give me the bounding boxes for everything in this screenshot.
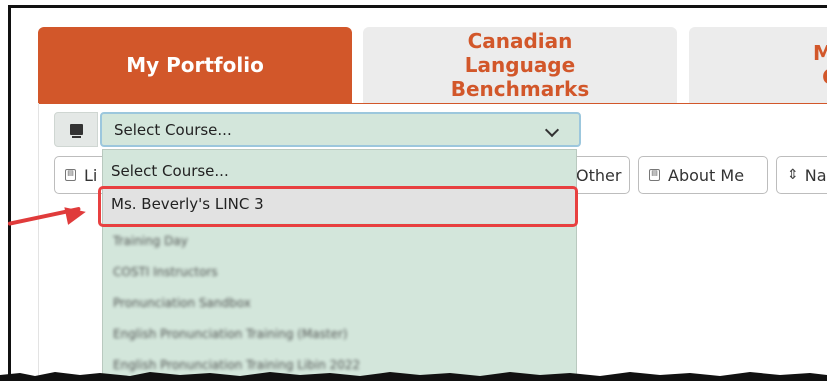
frame-border-top (8, 5, 827, 8)
dropdown-option[interactable]: COSTI Instructors (113, 265, 218, 279)
chevron-down-icon (544, 122, 560, 138)
course-dropdown-list: Select Course... Ms. Beverly's LINC 3 Tr… (102, 149, 577, 381)
tab-my-partial-label: My C (813, 41, 827, 89)
about-me-button[interactable]: ▤ About Me (638, 156, 768, 194)
na-button[interactable]: ⇕ Na (776, 156, 827, 194)
tab-canadian-language-benchmarks[interactable]: Canadian Language Benchmarks (363, 27, 677, 103)
pointer-arrow-head (64, 203, 88, 225)
course-select-dropdown[interactable]: Select Course... (100, 112, 581, 147)
monitor-icon (69, 124, 83, 138)
dropdown-option[interactable]: English Pronunciation Training (Master) (113, 327, 348, 341)
na-button-label: Na (804, 165, 827, 185)
dropdown-option[interactable]: Select Course... (111, 162, 229, 180)
course-select-value: Select Course... (114, 120, 232, 139)
dropdown-option[interactable]: Pronunciation Sandbox (113, 296, 251, 310)
li-button-label: Li (84, 165, 98, 185)
other-button-label: Other (576, 165, 622, 185)
tab-content-divider (38, 103, 827, 104)
document-icon: ▤ (649, 169, 660, 181)
tab-my-partial[interactable]: My C (689, 27, 827, 103)
about-me-button-label: About Me (668, 165, 745, 185)
tab-my-portfolio[interactable]: My Portfolio (38, 27, 352, 103)
tab-clb-label: Canadian Language Benchmarks (450, 29, 590, 101)
document-icon: ▤ (65, 169, 76, 181)
course-icon-box (54, 112, 98, 147)
content-panel-edge (38, 103, 39, 381)
tab-my-portfolio-label: My Portfolio (126, 53, 264, 77)
screenshot-frame: My Portfolio Canadian Language Benchmark… (0, 0, 827, 381)
highlight-box (98, 186, 578, 227)
dropdown-option[interactable]: Training Day (113, 234, 188, 248)
course-selector: Select Course... (54, 112, 581, 147)
frame-border-left (8, 5, 11, 381)
torn-edge (0, 372, 827, 381)
sort-icon: ⇕ (787, 167, 799, 183)
